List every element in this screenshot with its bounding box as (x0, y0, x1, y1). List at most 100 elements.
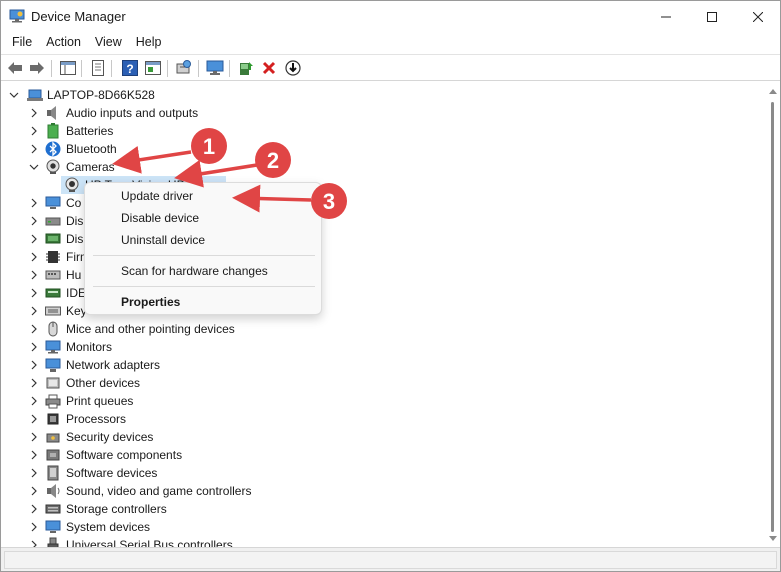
monitor-button[interactable] (206, 59, 224, 77)
help-icon: ? (122, 60, 138, 76)
chevron-right-icon[interactable] (28, 304, 40, 318)
chevron-right-icon[interactable] (28, 430, 40, 444)
battery-icon (47, 123, 59, 139)
toolbar-separator (198, 60, 199, 77)
help-button[interactable]: ? (121, 59, 139, 77)
tree-item-network-adapters[interactable]: Network adapters (1, 356, 761, 374)
chevron-right-icon[interactable] (28, 394, 40, 408)
back-button[interactable] (6, 59, 24, 77)
chevron-right-icon[interactable] (28, 268, 40, 282)
camera-icon (46, 159, 60, 174)
scan-hardware-menu-item[interactable]: Scan for hardware changes (121, 264, 268, 278)
keyboard-icon (45, 306, 61, 316)
sound-icon (47, 484, 60, 498)
tree-item-system-devices[interactable]: System devices (1, 518, 761, 536)
chevron-right-icon[interactable] (28, 412, 40, 426)
toolbar-separator (229, 60, 230, 77)
menu-separator (93, 286, 315, 287)
chevron-right-icon[interactable] (28, 214, 40, 228)
close-button[interactable] (735, 1, 781, 32)
scrollbar-thumb[interactable] (771, 102, 774, 532)
context-menu: Update driver Disable device Uninstall d… (84, 182, 322, 315)
toolbar-separator (81, 60, 82, 77)
update-driver-icon (240, 62, 253, 75)
tree-item-sound-video-and-game-controllers[interactable]: Sound, video and game controllers (1, 482, 761, 500)
chevron-right-icon[interactable] (28, 322, 40, 336)
chevron-right-icon[interactable] (28, 142, 40, 156)
action-pane-button[interactable] (144, 59, 162, 77)
tree-item-software-devices[interactable]: Software devices (1, 464, 761, 482)
update-driver-button[interactable] (237, 59, 255, 77)
tree-item-print-queues[interactable]: Print queues (1, 392, 761, 410)
tree-item-audio-inputs-and-outputs[interactable]: Audio inputs and outputs (1, 104, 761, 122)
processor-icon (47, 413, 59, 425)
chevron-right-icon[interactable] (28, 466, 40, 480)
chevron-right-icon[interactable] (28, 448, 40, 462)
forward-arrow-icon (30, 62, 44, 74)
tree-item-label: Security devices (66, 430, 154, 444)
chevron-right-icon[interactable] (28, 376, 40, 390)
chevron-right-icon[interactable] (28, 196, 40, 210)
tree-item-label: Audio inputs and outputs (66, 106, 199, 120)
chevron-right-icon[interactable] (28, 538, 40, 547)
tree-root-row[interactable]: LAPTOP-8D66K528 (1, 86, 761, 104)
uninstall-button[interactable] (260, 59, 278, 77)
computer-icon (45, 196, 61, 209)
properties-button[interactable] (89, 59, 107, 77)
tree-item-storage-controllers[interactable]: Storage controllers (1, 500, 761, 518)
chevron-right-icon[interactable] (28, 502, 40, 516)
forward-button[interactable] (28, 59, 46, 77)
menu-help[interactable]: Help (129, 32, 169, 54)
chevron-right-icon[interactable] (28, 124, 40, 138)
minimize-icon (661, 16, 671, 17)
toolbar: ? (1, 54, 780, 81)
update-driver-menu-item[interactable]: Update driver (121, 189, 193, 203)
chevron-down-icon[interactable] (8, 88, 20, 102)
tree-item-software-components[interactable]: Software components (1, 446, 761, 464)
storage-icon (45, 504, 61, 514)
scroll-up-icon[interactable] (769, 88, 777, 96)
menu-file[interactable]: File (5, 32, 39, 54)
scan-hardware-button[interactable] (175, 59, 193, 77)
chevron-down-icon[interactable] (28, 160, 40, 174)
properties-menu-item[interactable]: Properties (121, 295, 180, 309)
close-icon (753, 11, 763, 22)
menu-view[interactable]: View (88, 32, 129, 54)
tree-item-mice-and-other-pointing-devices[interactable]: Mice and other pointing devices (1, 320, 761, 338)
tree-item-label: Monitors (66, 340, 113, 354)
tree-item-label: Other devices (66, 376, 141, 390)
tree-item-processors[interactable]: Processors (1, 410, 761, 428)
minimize-button[interactable] (643, 1, 689, 32)
disable-device-menu-item[interactable]: Disable device (121, 211, 199, 225)
tree-item-universal-serial-bus-controllers[interactable]: Universal Serial Bus controllers (1, 536, 761, 547)
disable-device-button[interactable] (284, 59, 302, 77)
tree-item-other-devices[interactable]: Other devices (1, 374, 761, 392)
disable-device-icon (285, 60, 301, 76)
chevron-right-icon[interactable] (28, 286, 40, 300)
maximize-button[interactable] (689, 1, 735, 32)
chevron-right-icon[interactable] (28, 340, 40, 354)
vertical-scrollbar[interactable] (766, 82, 780, 547)
uninstall-device-menu-item[interactable]: Uninstall device (121, 233, 205, 247)
properties-icon (92, 60, 104, 76)
menu-action[interactable]: Action (39, 32, 88, 54)
chevron-right-icon[interactable] (28, 520, 40, 534)
status-panel (4, 551, 777, 569)
tree-item-label: Storage controllers (66, 502, 167, 516)
chevron-right-icon[interactable] (28, 250, 40, 264)
scroll-down-icon[interactable] (769, 534, 777, 542)
tree-item-bluetooth[interactable]: Bluetooth (1, 140, 761, 158)
monitor-icon (206, 60, 224, 75)
tree-item-label: Bluetooth (66, 142, 117, 156)
tree-item-security-devices[interactable]: Security devices (1, 428, 761, 446)
tree-item-monitors[interactable]: Monitors (1, 338, 761, 356)
chevron-right-icon[interactable] (28, 106, 40, 120)
display-adapter-icon (45, 233, 61, 244)
chevron-right-icon[interactable] (28, 484, 40, 498)
chevron-right-icon[interactable] (28, 232, 40, 246)
chevron-right-icon[interactable] (28, 358, 40, 372)
tree-item-cameras[interactable]: Cameras (1, 158, 761, 176)
tree-item-batteries[interactable]: Batteries (1, 122, 761, 140)
hid-icon (45, 270, 61, 280)
show-hide-tree-button[interactable] (59, 59, 77, 77)
